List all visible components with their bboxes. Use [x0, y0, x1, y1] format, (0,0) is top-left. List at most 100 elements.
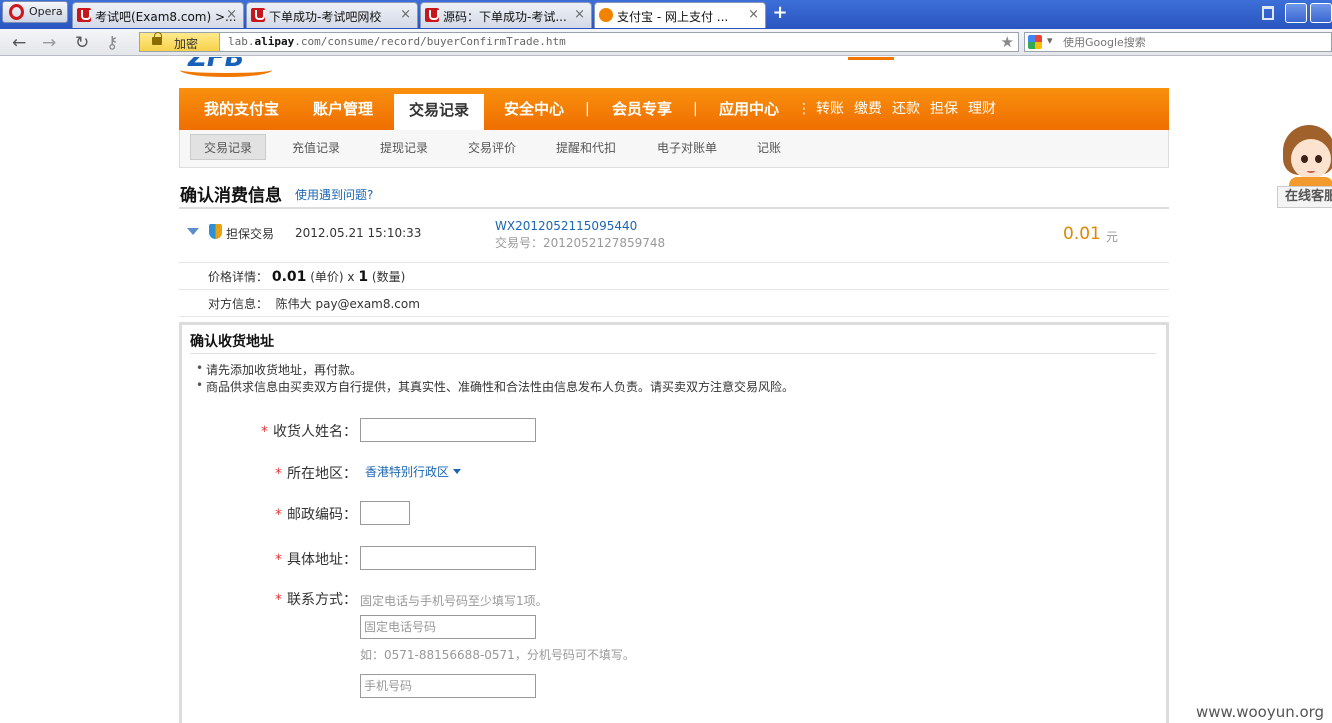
exam8-favicon-icon [77, 8, 91, 22]
nav-security[interactable]: 安全中心 [504, 88, 564, 130]
close-icon[interactable]: × [226, 7, 237, 22]
close-icon[interactable]: × [574, 7, 585, 22]
nav-quick-repay[interactable]: 还款 [892, 88, 920, 130]
mobile-input[interactable] [360, 674, 536, 698]
close-window-button[interactable] [1310, 3, 1332, 23]
nav-my-alipay[interactable]: 我的支付宝 [204, 88, 279, 130]
help-link[interactable]: 使用遇到问题? [295, 186, 373, 203]
alipay-logo[interactable]: ZFB [180, 57, 275, 77]
url-field[interactable]: 加密 lab.alipay.com/consume/record/buyerCo… [139, 32, 1019, 52]
trash-icon[interactable] [1262, 6, 1274, 20]
search-engine-dropdown-icon[interactable]: ▾ [1047, 34, 1053, 47]
required-mark: * [275, 552, 282, 568]
counterparty-row: 对方信息： 陈伟大 pay@exam8.com [179, 291, 1169, 317]
nav-trade-records[interactable]: 交易记录 [394, 94, 484, 130]
close-icon[interactable]: × [400, 7, 411, 22]
trade-amount: 0.01 [1063, 224, 1101, 244]
order-number-link[interactable]: WX2012052115095440 [495, 219, 637, 233]
new-tab-button[interactable]: + [770, 3, 790, 23]
search-field[interactable]: ▾ [1024, 32, 1332, 52]
receiver-name-label: * 收货人姓名： [261, 421, 357, 441]
zip-label-text: 邮政编码： [287, 507, 357, 523]
bookmark-star-icon[interactable]: ★ [1001, 33, 1014, 51]
service-avatar-icon[interactable] [1283, 125, 1332, 187]
trade-number: 交易号：2012052127859748 [495, 236, 666, 250]
subnav-statements[interactable]: 电子对账单 [657, 135, 717, 161]
receiver-name-input[interactable] [360, 418, 536, 442]
restore-window-button[interactable] [1285, 3, 1307, 23]
amount-unit: 元 [1106, 230, 1119, 244]
landline-input[interactable] [360, 615, 536, 639]
nav-quick-finance[interactable]: 理财 [968, 88, 996, 130]
address-form-divider [190, 353, 1156, 354]
street-label-text: 具体地址： [287, 552, 357, 568]
required-mark: * [261, 424, 268, 440]
zip-input[interactable] [360, 501, 410, 525]
window-controls [1282, 3, 1332, 26]
exam8-favicon-icon [425, 8, 439, 22]
chevron-down-icon[interactable] [453, 469, 461, 474]
price-label: 价格详情： [208, 270, 269, 284]
street-input[interactable] [360, 546, 536, 570]
contact-label-text: 联系方式： [287, 592, 357, 608]
risk-note: 商品供求信息由买卖双方自行提供，其真实性、准确性和合法性由信息发布人负责。请买卖… [196, 378, 794, 395]
subnav-reviews[interactable]: 交易评价 [468, 135, 516, 161]
browser-tab-exam8[interactable]: 考试吧(Exam8.com) >... × [72, 2, 244, 28]
nav-quick-guarantee[interactable]: 担保 [930, 88, 958, 130]
expand-triangle-icon[interactable] [187, 228, 199, 235]
key-icon[interactable]: ⚷ [106, 33, 118, 53]
trade-time: 2012.05.21 15:10:33 [295, 226, 422, 240]
nav-quick-transfer[interactable]: 转账 [816, 88, 844, 130]
subnav-trade-records[interactable]: 交易记录 [190, 134, 267, 160]
browser-tab-source[interactable]: 源码：下单成功-考试... × [420, 2, 592, 28]
guarantee-shield-icon [209, 224, 222, 239]
browser-address-bar: ← → ↻ ⚷ 加密 lab.alipay.com/consume/record… [0, 29, 1332, 56]
receiver-name-label-text: 收货人姓名： [273, 424, 357, 440]
subnav-reminders[interactable]: 提醒和代扣 [556, 135, 616, 161]
url-path: .com/consume/record/buyerConfirmTrade.ht… [294, 35, 566, 48]
region-select[interactable]: 香港特别行政区 [365, 463, 449, 480]
street-label: * 具体地址： [275, 549, 357, 569]
address-form-panel: 确认收货地址 请先添加收货地址，再付款。 商品供求信息由买卖双方自行提供，其真实… [179, 322, 1169, 723]
forward-icon[interactable]: → [42, 33, 56, 53]
trade-type: 担保交易 [226, 227, 275, 241]
main-nav: 我的支付宝 账户管理 交易记录 安全中心 | 会员专享 | 应用中心 ⋮ 转账 … [179, 88, 1169, 130]
quantity: 1 [358, 269, 369, 285]
avatar-mouth [1307, 169, 1315, 173]
required-mark: * [275, 466, 282, 482]
nav-apps[interactable]: 应用中心 [719, 88, 779, 130]
subnav-recharge[interactable]: 充值记录 [292, 135, 340, 161]
watermark: www.wooyun.org [1196, 703, 1325, 721]
nav-account[interactable]: 账户管理 [313, 88, 373, 130]
online-service-button[interactable]: 在线客服 [1277, 186, 1332, 208]
landline-hint: 如：0571-88156688-0571，分机号码可不填写。 [360, 648, 635, 662]
security-badge[interactable]: 加密 [140, 32, 220, 51]
reload-icon[interactable]: ↻ [75, 33, 89, 53]
browser-tab-alipay[interactable]: 支付宝 - 网上支付 ... × [594, 2, 766, 28]
close-icon[interactable]: × [748, 7, 759, 22]
nav-quick-bills[interactable]: 缴费 [854, 88, 882, 130]
price-detail-row: 价格详情： 0.01 (单价) x 1 (数量) [179, 264, 1169, 290]
security-label: 加密 [174, 37, 199, 51]
back-icon[interactable]: ← [12, 33, 26, 53]
unit-price: 0.01 [271, 269, 307, 285]
contact-label: * 联系方式： [275, 589, 357, 609]
nav-dots: ⋮ [797, 101, 811, 117]
region-label-text: 所在地区： [287, 466, 357, 482]
sub-nav: 交易记录 充值记录 提现记录 交易评价 提醒和代扣 电子对账单 记账 [179, 130, 1169, 168]
tab-title: 源码：下单成功-考试... [443, 10, 567, 24]
browser-tab-bar: Opera 考试吧(Exam8.com) >... × 下单成功-考试吧网校 ×… [0, 0, 1332, 29]
address-form-title: 确认收货地址 [190, 334, 274, 350]
subnav-bookkeeping[interactable]: 记账 [757, 135, 781, 161]
counterparty-value: 陈伟大 pay@exam8.com [275, 297, 420, 311]
browser-tab-order-success[interactable]: 下单成功-考试吧网校 × [246, 2, 418, 28]
opera-menu-button[interactable]: Opera [2, 1, 68, 23]
contact-hint: 固定电话与手机号码至少填写1项。 [360, 594, 548, 608]
search-input[interactable] [1063, 34, 1323, 50]
nav-member[interactable]: 会员专享 [612, 88, 672, 130]
quantity-note: (数量) [371, 270, 406, 284]
subnav-withdraw[interactable]: 提现记录 [380, 135, 428, 161]
nav-separator: | [585, 101, 590, 117]
google-icon [1028, 35, 1042, 49]
url-prefix: lab. [228, 35, 255, 48]
